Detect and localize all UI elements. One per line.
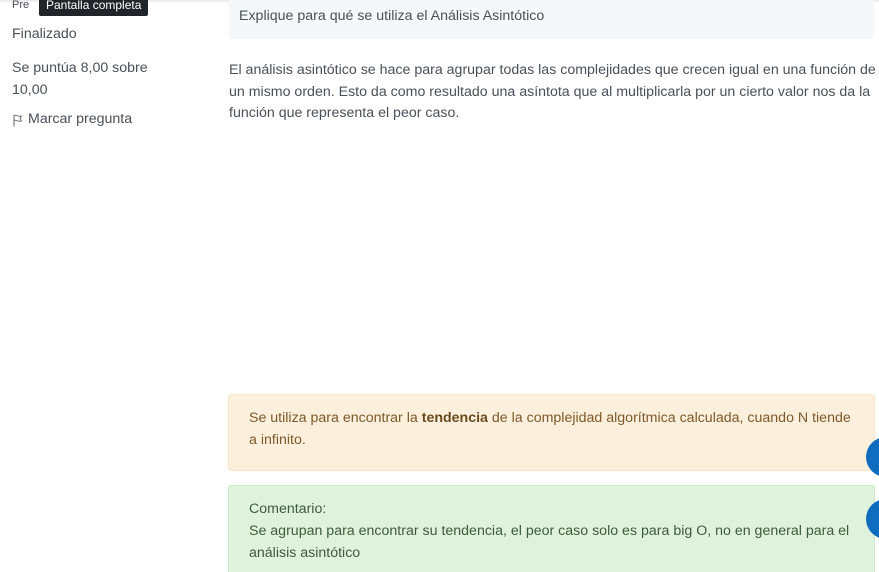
question-text: Explique para qué se utiliza el Análisis… (239, 8, 545, 24)
comment-text: Se agrupan para encontrar su tendencia, … (249, 523, 850, 561)
general-feedback: Se utiliza para encontrar la tendencia d… (228, 394, 875, 471)
flag-icon (12, 114, 23, 127)
question-grade: Se puntúa 8,00 sobre 10,00 (12, 60, 148, 98)
flag-question-link[interactable]: Marcar pregunta (12, 111, 132, 127)
feedback-text-before: Se utiliza para encontrar la (249, 410, 422, 426)
question-number: Pre (12, 0, 30, 11)
comment-label: Comentario: (249, 501, 327, 517)
question-text-box: Explique para qué se utiliza el Análisis… (229, 0, 874, 39)
grader-comment: Comentario: Se agrupan para encontrar su… (228, 485, 875, 572)
student-answer: El análisis asintótico se hace para agru… (229, 62, 876, 121)
quiz-review-page: Pre Pantalla completa Finalizado Se punt… (0, 0, 879, 572)
question-state: Finalizado (12, 26, 77, 42)
fullscreen-tooltip: Pantalla completa (39, 0, 149, 16)
flag-label: Marcar pregunta (28, 111, 133, 127)
feedback-text-bold: tendencia (421, 410, 488, 426)
